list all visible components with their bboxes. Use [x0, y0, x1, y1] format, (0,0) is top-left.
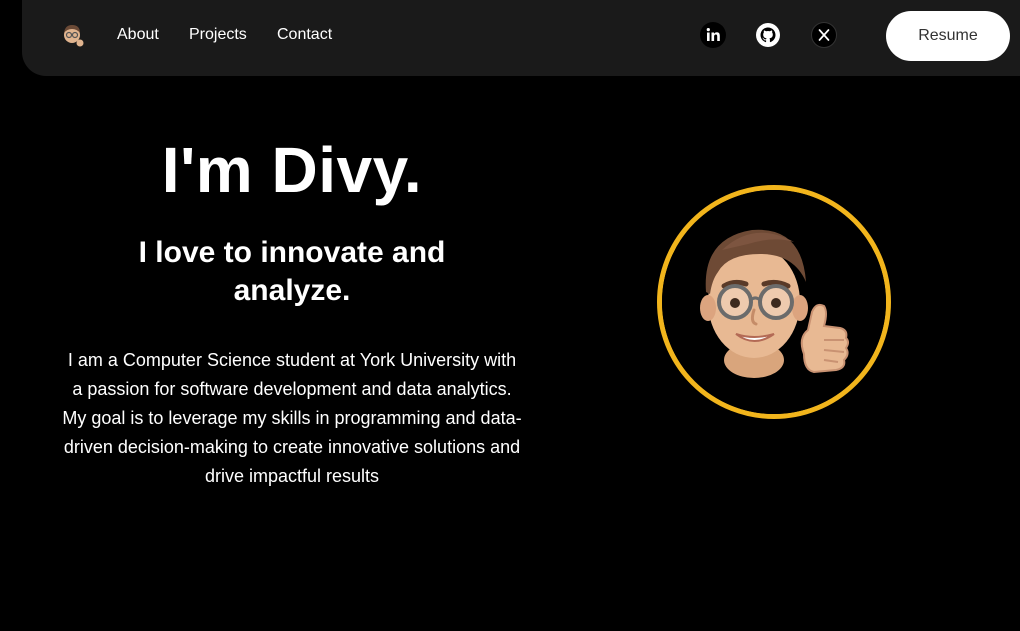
hero-title: I'm Divy. — [161, 134, 423, 206]
resume-button[interactable]: Resume — [886, 11, 1010, 61]
github-icon[interactable] — [755, 22, 781, 48]
hero-subtitle: I love to innovate and analyze. — [138, 236, 446, 307]
nav-link-contact[interactable]: Contact — [277, 26, 332, 44]
logo-avatar-icon[interactable] — [60, 22, 86, 48]
linkedin-icon[interactable] — [700, 22, 726, 48]
nav-link-projects[interactable]: Projects — [189, 26, 247, 44]
x-icon[interactable] — [811, 22, 837, 48]
profile-avatar — [657, 185, 891, 419]
navbar: About Projects Contact Resume — [22, 0, 1020, 76]
hero-section: I'm Divy. I love to innovate and analyze… — [62, 130, 522, 491]
memoji-thumbs-up-icon — [662, 190, 886, 414]
hero-description: I am a Computer Science student at York … — [62, 350, 522, 486]
nav-link-about[interactable]: About — [117, 26, 159, 44]
